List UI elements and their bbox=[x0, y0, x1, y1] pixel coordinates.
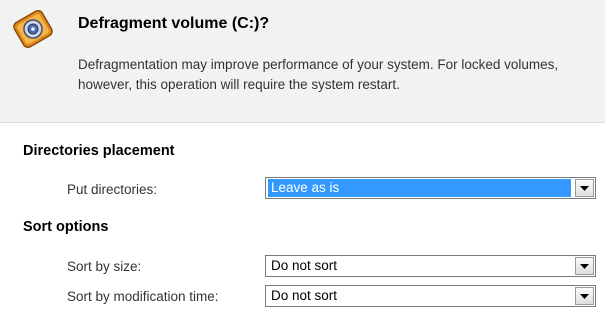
put-directories-label: Put directories: bbox=[67, 182, 158, 197]
chevron-down-icon[interactable] bbox=[575, 257, 594, 275]
chevron-down-icon[interactable] bbox=[575, 287, 594, 305]
put-directories-value: Leave as is bbox=[268, 179, 571, 197]
sort-by-modification-time-value: Do not sort bbox=[271, 288, 338, 303]
chevron-down-icon[interactable] bbox=[575, 179, 594, 197]
sort-by-size-dropdown[interactable]: Do not sort bbox=[265, 255, 596, 277]
sort-by-size-value: Do not sort bbox=[271, 258, 338, 273]
sort-options-heading: Sort options bbox=[23, 219, 109, 235]
directories-placement-heading: Directories placement bbox=[23, 143, 175, 159]
sort-by-size-label: Sort by size: bbox=[67, 259, 142, 274]
defragment-disk-icon bbox=[13, 9, 53, 49]
sort-by-modification-time-label: Sort by modification time: bbox=[67, 289, 219, 304]
sort-by-modification-time-dropdown[interactable]: Do not sort bbox=[265, 285, 596, 307]
put-directories-dropdown[interactable]: Leave as is bbox=[265, 177, 596, 199]
dialog-description: Defragmentation may improve performance … bbox=[78, 57, 559, 92]
dialog-title: Defragment volume (C:)? bbox=[78, 15, 270, 32]
